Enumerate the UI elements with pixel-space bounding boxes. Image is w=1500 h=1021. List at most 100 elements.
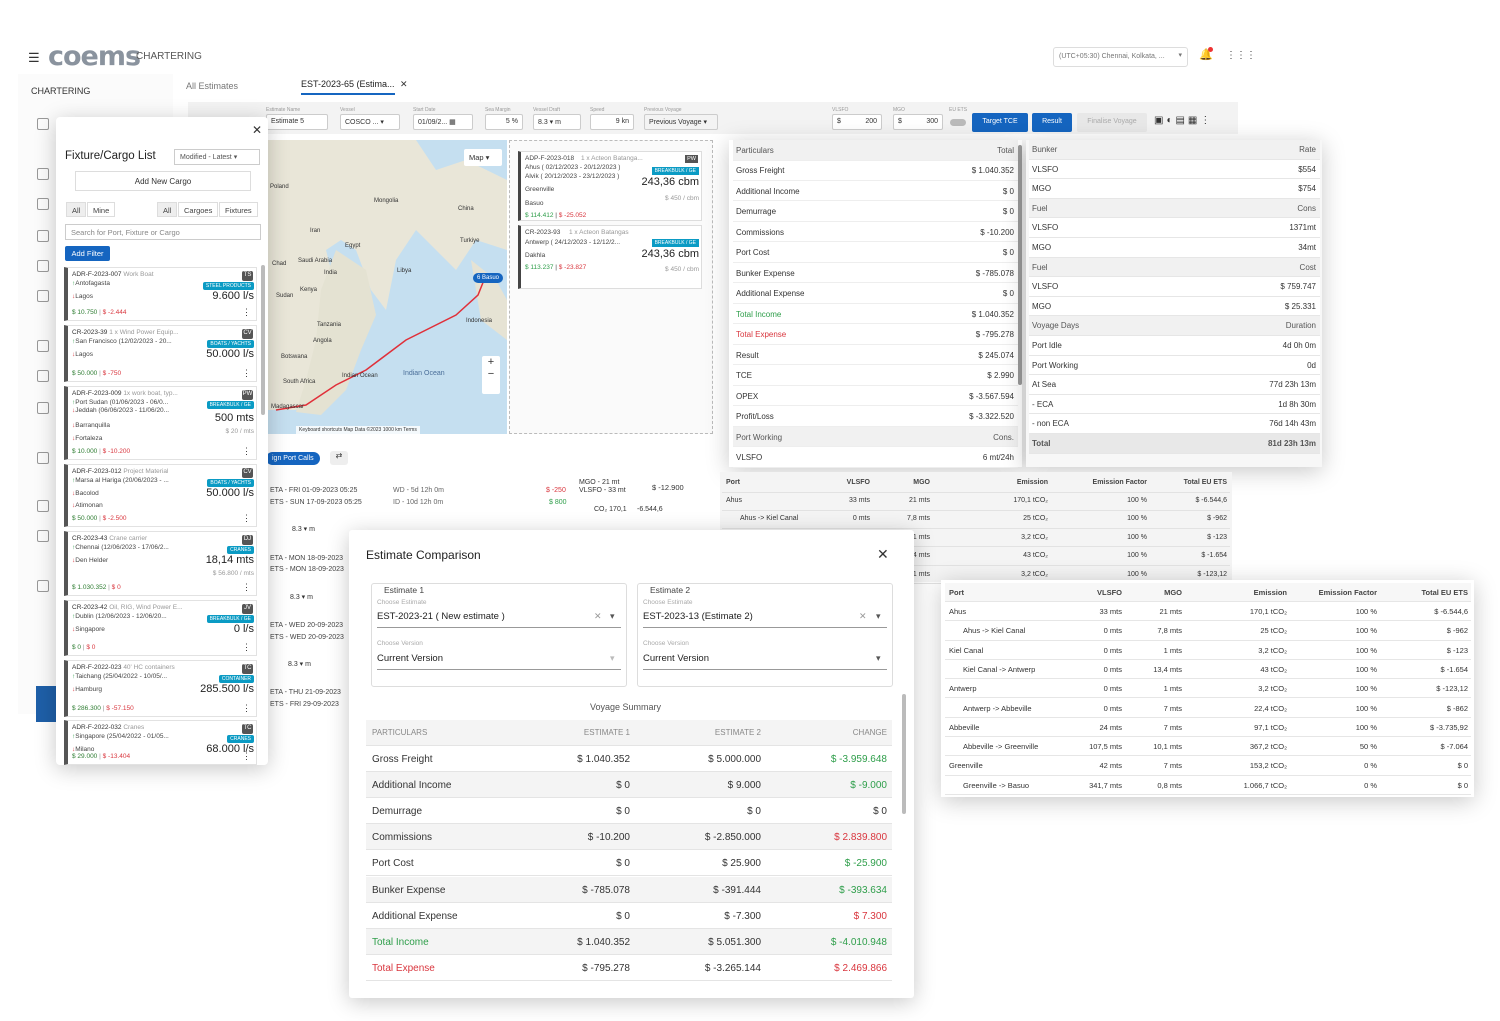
vessel-draft-input[interactable]: 8.3 ▾ m (533, 114, 581, 130)
fixture-scrollbar[interactable] (261, 265, 265, 415)
comparison-change: $ -9.000 (850, 780, 887, 792)
draft-3[interactable]: 8.3 ▾ m (288, 660, 311, 668)
close-icon[interactable]: ✕ (877, 546, 889, 563)
start-date-input[interactable]: 01/09/2... ▦ (413, 114, 473, 130)
comparison-row: Commissions $ -10.200 $ -2.850.000 $ 2.8… (366, 824, 892, 851)
report-icon[interactable] (37, 290, 49, 302)
particular-value: $ -795.278 (975, 330, 1014, 339)
cargo-card[interactable]: ADR-F-2022-023 40' HC containers TC ↑Tai… (64, 660, 257, 717)
result-button[interactable]: Result (1032, 113, 1072, 132)
filter-icon[interactable]: ⇄ (330, 451, 348, 465)
apps-grid-icon[interactable]: ⋮⋮⋮ (1226, 50, 1256, 61)
chevron-down-icon[interactable]: ▾ (610, 611, 615, 622)
draft-1[interactable]: 8.3 ▾ m (292, 525, 315, 533)
speed-input[interactable]: 9 kn (590, 114, 634, 130)
port-icon[interactable] (37, 260, 49, 272)
add-filter-button[interactable]: Add Filter (65, 246, 110, 261)
sort-select[interactable]: Modified - Latest ▾ (174, 149, 260, 165)
map-pin-label[interactable]: 6 Basuo (473, 273, 504, 283)
estimate-2-select[interactable]: EST-2023-13 (Estimate 2) (643, 611, 753, 622)
estimate-1-select[interactable]: EST-2023-21 ( New estimate ) (377, 611, 505, 622)
cargo-id: ADR-F-2023-012 (72, 468, 122, 475)
cargo-card[interactable]: CR-2023-43 Crane carrier DJ ↑Chennai (12… (64, 531, 257, 596)
ship-icon[interactable] (37, 370, 49, 382)
cargo-card[interactable]: CR-2023-39 1 x Wind Power Equip... CV ↑S… (64, 325, 257, 382)
cargo-card[interactable]: CR-2023-42 Oil, RIG, Wind Power E... JV … (64, 600, 257, 656)
ets-cell: $ -1.654 (1440, 664, 1468, 674)
tab-fixtures[interactable]: Fixtures (219, 202, 258, 217)
chevron-down-icon[interactable]: ▾ (610, 653, 615, 664)
location-icon[interactable] (37, 198, 49, 210)
clear-icon[interactable]: ✕ (594, 611, 602, 622)
draft-2[interactable]: 8.3 ▾ m (290, 593, 313, 601)
cargo-card[interactable]: ADR-F-2023-009 1x work boat, typ... PW ↑… (64, 386, 257, 460)
bunker-label: VLSFO (1032, 223, 1059, 233)
more-icon[interactable]: ⋮ (242, 582, 251, 593)
tab-estimate[interactable]: EST-2023-65 (Estima... (301, 79, 395, 95)
target-tce-button[interactable]: Target TCE (972, 113, 1028, 132)
zoom-out-icon[interactable]: − (482, 368, 500, 380)
ets-cell: 10,1 mts (1153, 742, 1182, 752)
previous-voyage-select[interactable]: Previous Voyage ▾ (644, 114, 718, 130)
version-2-select[interactable]: Current Version (643, 653, 709, 664)
close-icon[interactable]: ✕ (252, 123, 262, 137)
voyage-card[interactable]: ADP-F-2023-018 1 x Acteon Batanga... PW … (518, 151, 702, 221)
cargo-card[interactable]: ADR-F-2022-032 Cranes TC ↑Singapore (25/… (64, 720, 257, 765)
map-type-select[interactable]: Map ▾ (464, 149, 502, 166)
settings-icon[interactable] (37, 580, 49, 592)
chevron-down-icon[interactable]: ▾ (876, 653, 881, 664)
clear-icon[interactable]: ✕ (859, 611, 867, 622)
particulars-scrollbar[interactable] (1018, 145, 1022, 385)
comparison-estimate-1: $ 0 (616, 858, 630, 870)
menu-icon[interactable]: ☰ (28, 50, 40, 66)
bank-icon[interactable] (37, 340, 49, 352)
version-1-select[interactable]: Current Version (377, 653, 443, 664)
more-icon[interactable]: ⋮ (242, 513, 251, 524)
tab-all-estimates[interactable]: All Estimates (186, 81, 238, 91)
comparison-change: $ -3.959.648 (830, 754, 887, 765)
chevron-down-icon[interactable]: ▾ (876, 611, 881, 622)
assign-port-calls-button[interactable]: ign Port Calls (266, 452, 320, 465)
modal-scrollbar[interactable] (902, 694, 906, 814)
vlsfo-price-input[interactable]: $200 (832, 114, 882, 130)
tab-all-type[interactable]: All (157, 202, 178, 217)
globe-icon[interactable] (37, 452, 49, 464)
more-icon[interactable]: ⋮ (242, 642, 251, 653)
tab-all-owner[interactable]: All (66, 202, 87, 217)
more-icon[interactable]: ⋮ (242, 446, 251, 457)
list-icon[interactable] (37, 530, 49, 542)
add-new-cargo-button[interactable]: Add New Cargo (75, 171, 251, 191)
cargo-badge: CRANES (227, 546, 254, 554)
dashboard-icon[interactable] (37, 118, 49, 130)
tab-cargoes[interactable]: Cargoes (178, 202, 219, 217)
more-icon[interactable]: ⋮ (242, 368, 251, 379)
fixture-search-input[interactable]: Search for Port, Fixture or Cargo (65, 224, 261, 240)
ets-cell: 42 mts (1099, 761, 1122, 771)
ets-row: Antwerp -> Abbeville 0 mts 7 mts 22,4 tCO₂ 1… (945, 699, 1471, 718)
more-icon[interactable]: ⋮ (242, 307, 251, 318)
route-discharge: ↓Bacolod (72, 490, 99, 497)
cargo-card[interactable]: ADR-F-2023-007 Work Boat TS ↑Antofagasta… (64, 267, 257, 321)
tab-mine[interactable]: Mine (87, 202, 116, 217)
map-zoom-control[interactable]: + − (482, 356, 500, 394)
mgo-price-input[interactable]: $300 (893, 114, 943, 130)
ets-cell: 24 mts (1099, 722, 1122, 732)
document-icon[interactable] (37, 500, 49, 512)
route-load: ↑Dublin (12/06/2023 - 12/06/20... (72, 613, 167, 620)
toolbar-icons[interactable]: ▣◐▤▦⋮ (1154, 115, 1213, 126)
estimate-name-input[interactable]: Estimate 5 (266, 114, 328, 130)
timezone-select[interactable]: (UTC+05:30) Chennai, Kolkata, ... ▾ (1053, 47, 1188, 67)
finalise-voyage-button[interactable]: Finalise Voyage (1077, 113, 1147, 132)
sea-margin-input[interactable]: 5 % (485, 114, 523, 130)
more-icon[interactable]: ⋮ (242, 703, 251, 714)
close-icon[interactable]: ✕ (400, 79, 408, 90)
vessel-select[interactable]: COSCO ... ▾ (340, 114, 400, 130)
eu-ets-toggle[interactable] (950, 119, 966, 126)
cargo-card[interactable]: ADR-F-2023-012 Project Material CV ↑Mars… (64, 464, 257, 527)
cargo-icon[interactable] (37, 168, 49, 180)
more-icon[interactable]: ⋮ (242, 751, 251, 762)
map-icon[interactable] (37, 402, 49, 414)
calendar-icon[interactable] (37, 230, 49, 242)
voyage-card[interactable]: CR-2023-93 1 x Acteon Batangas Antwerp (… (518, 225, 702, 289)
zoom-in-icon[interactable]: + (482, 356, 500, 368)
